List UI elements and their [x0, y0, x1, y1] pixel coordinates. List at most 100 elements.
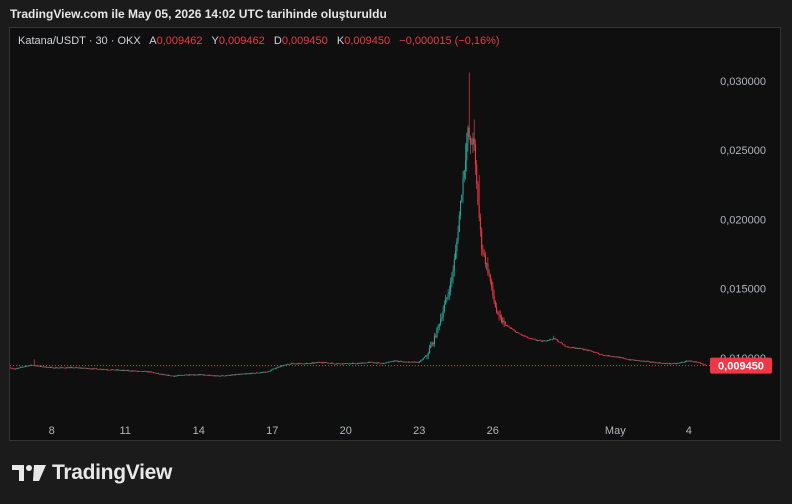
candle-body	[505, 325, 508, 327]
candle-body	[678, 362, 680, 364]
candle-body	[314, 362, 316, 364]
candle-body	[353, 363, 355, 364]
price-axis[interactable]: 0,0300000,0250000,0200000,0150000,010000	[720, 76, 766, 365]
candle-body	[651, 361, 653, 363]
candle-body	[119, 369, 121, 371]
candle-body	[269, 370, 271, 372]
candle-body	[564, 344, 566, 347]
candle-body	[220, 375, 222, 377]
candle-body	[522, 335, 524, 336]
candle-body	[304, 363, 306, 365]
candle-body	[517, 332, 519, 334]
candle-body	[425, 355, 427, 358]
candle-body	[627, 359, 629, 361]
candle-body	[176, 375, 178, 377]
candle-body	[56, 367, 58, 369]
candle-body	[302, 363, 304, 365]
candle-body	[418, 361, 421, 363]
candle-body	[681, 362, 683, 364]
candle-body	[279, 366, 281, 368]
candle-body	[110, 369, 112, 371]
candle-body	[648, 361, 650, 363]
candle-body	[228, 374, 230, 376]
candle-body	[271, 369, 273, 371]
candle-body	[687, 360, 689, 362]
candle-body	[22, 366, 24, 368]
candle-body	[160, 373, 162, 375]
candle-body	[614, 356, 616, 358]
candle-body	[196, 374, 198, 376]
candle-body	[34, 365, 37, 367]
candle-body	[663, 363, 665, 365]
candle-body	[426, 355, 428, 356]
x-tick-label: 26	[487, 425, 499, 437]
candle-body	[514, 330, 516, 333]
candle-body	[442, 311, 444, 318]
candle-body	[107, 369, 109, 371]
candle-body	[21, 367, 23, 368]
candle-body	[437, 325, 439, 328]
candle-body	[203, 374, 206, 376]
candle-body	[656, 362, 658, 364]
candle-body	[696, 361, 698, 363]
candle-body	[293, 363, 295, 365]
time-axis[interactable]: 8 11 14 17 20 23 26 May 4	[49, 425, 692, 437]
symbol-legend: Katana/USDT · 30 · OKX A0,009462 Y0,0094…	[18, 35, 500, 47]
candle-body	[336, 363, 339, 365]
price-chart[interactable]: 0,0300000,0250000,0200000,0150000,010000…	[0, 0, 792, 504]
candle-body	[658, 362, 660, 364]
candle-body	[381, 363, 383, 365]
candle-body	[469, 137, 472, 144]
legend-symbol[interactable]: Katana/USDT · 30 · OKX	[18, 35, 141, 47]
candle-body	[159, 373, 161, 375]
legend-high-value: 0,009462	[218, 35, 265, 47]
candle-body	[221, 375, 223, 377]
candle-body	[48, 367, 50, 368]
candle-body	[108, 369, 110, 371]
candle-body	[72, 367, 74, 369]
candle-body	[143, 371, 145, 372]
candle-body	[261, 372, 263, 374]
candle-body	[325, 362, 327, 364]
candle-body	[82, 368, 84, 369]
candle-body	[578, 348, 580, 350]
candle-body	[266, 371, 268, 373]
candle-body	[294, 363, 296, 365]
y-tick-label: 0,020000	[720, 214, 766, 226]
candle-body	[130, 370, 132, 372]
candle-body	[563, 344, 565, 346]
candle-body	[226, 375, 228, 377]
candle-body	[535, 339, 537, 341]
candle-body	[554, 338, 556, 340]
candle-body	[273, 368, 275, 370]
candle-body	[329, 363, 331, 364]
candle-body	[390, 361, 392, 363]
candle-body	[135, 370, 137, 372]
tradingview-brand[interactable]: TradingView	[12, 461, 172, 485]
candle-body	[604, 355, 606, 357]
candle-body	[421, 359, 423, 361]
candle-body	[629, 359, 631, 361]
candle-body	[195, 374, 197, 376]
candle-body	[191, 374, 193, 376]
candle-body	[513, 329, 515, 331]
candle-body	[235, 374, 237, 376]
candle-body	[601, 354, 603, 356]
candle-body	[692, 361, 694, 363]
candle-body	[489, 274, 491, 282]
candle-body	[402, 361, 404, 363]
candle-body	[299, 363, 301, 364]
candle-body	[153, 372, 155, 374]
candle-body	[94, 368, 96, 370]
candle-body	[688, 360, 690, 362]
candle-body	[382, 363, 385, 364]
candle-body	[186, 374, 188, 376]
candle-body	[123, 370, 125, 371]
candle-body	[653, 362, 655, 364]
candle-body	[459, 201, 462, 216]
candle-body	[364, 362, 366, 364]
candle-body	[43, 366, 45, 368]
candle-body	[579, 348, 581, 349]
candle-body	[605, 355, 607, 357]
candle-body	[164, 374, 166, 376]
